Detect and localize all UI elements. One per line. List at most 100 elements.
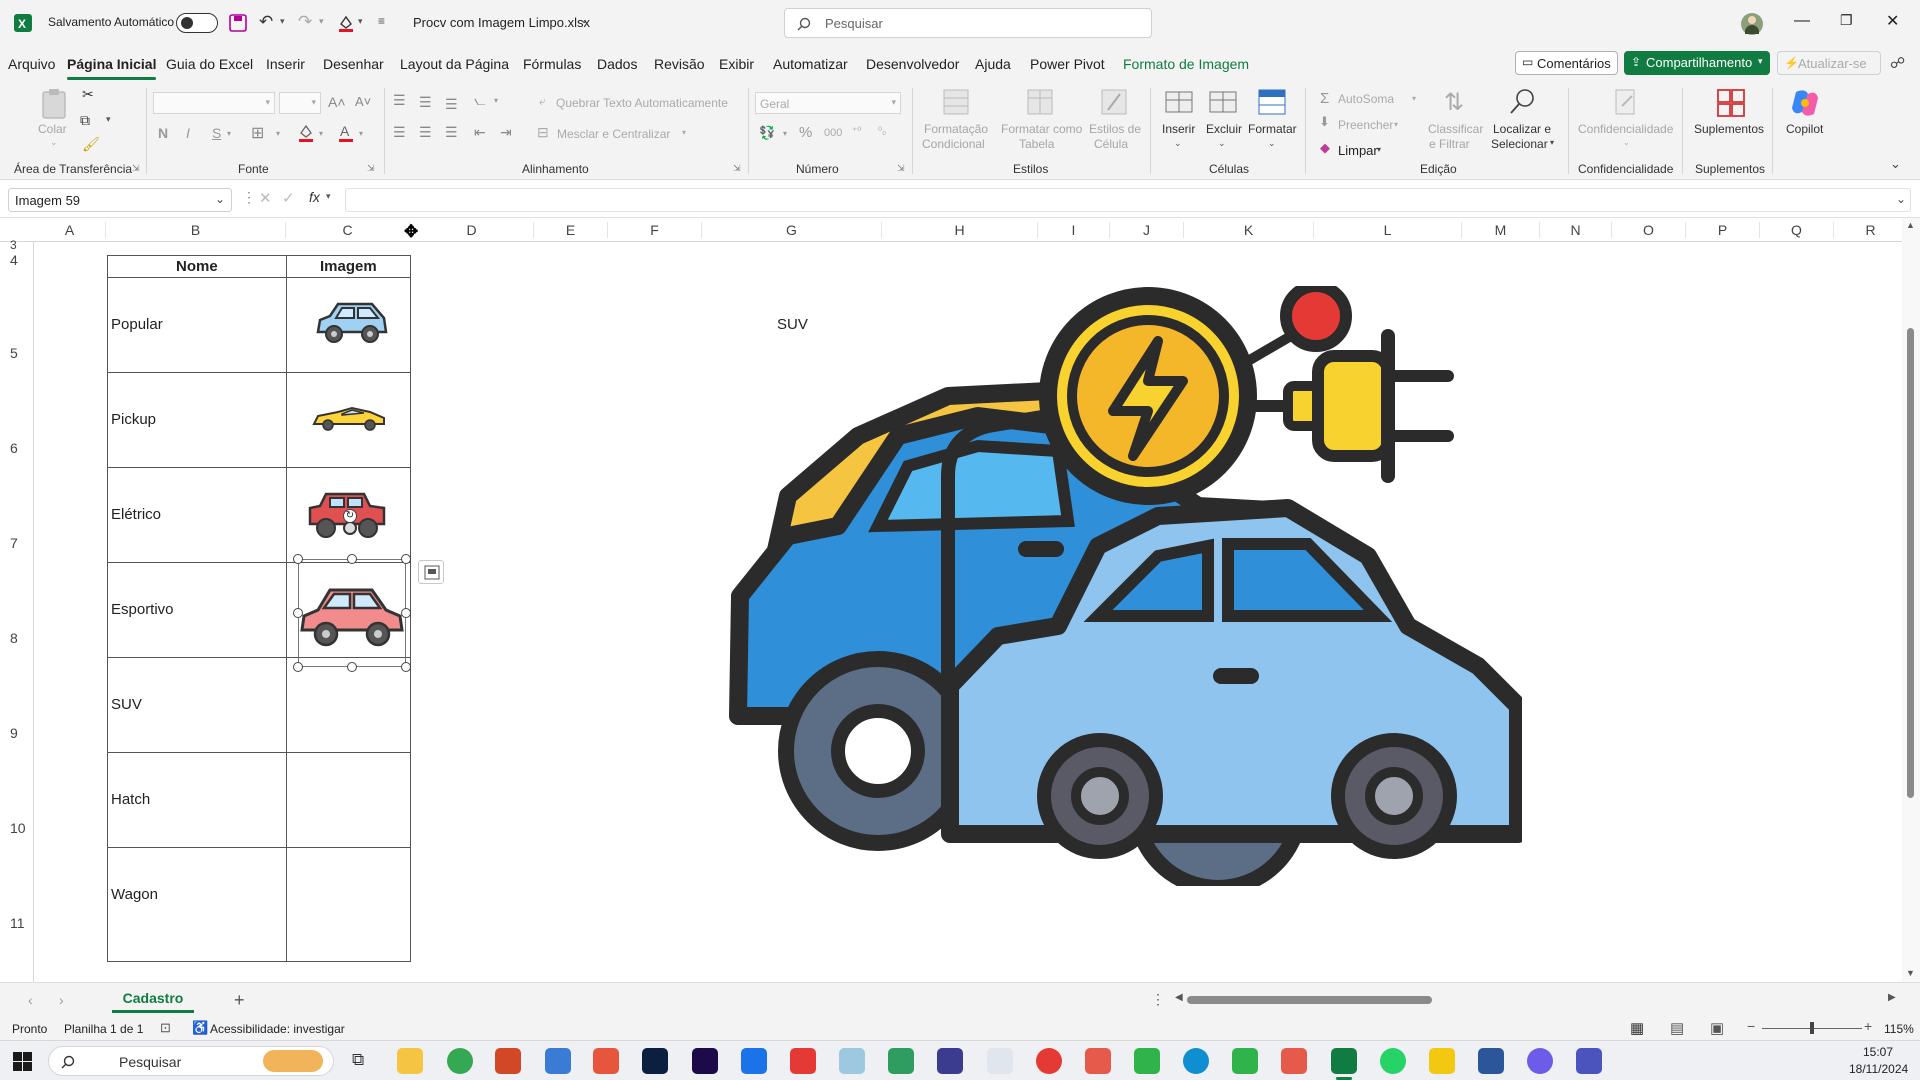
decrease-indent-icon[interactable]: ⇤ <box>474 124 486 141</box>
clear-label[interactable]: Limpar <box>1338 143 1378 158</box>
find-select-icon[interactable] <box>1508 88 1536 116</box>
feedback-icon[interactable]: ☍ <box>1890 54 1905 72</box>
app-c-green-2-icon[interactable] <box>1232 1048 1258 1074</box>
wrap-text-icon[interactable]: ⤶ <box>539 94 546 109</box>
app-c-red-2-icon[interactable] <box>1281 1048 1307 1074</box>
network-app-icon[interactable] <box>888 1048 914 1074</box>
media-player-icon[interactable] <box>1036 1048 1062 1074</box>
photoshop-icon[interactable] <box>642 1048 668 1074</box>
minimize-icon[interactable]: — <box>1794 12 1810 30</box>
resize-handle-s[interactable] <box>347 662 357 672</box>
clear-dropdown-icon[interactable]: ▾ <box>1377 145 1381 154</box>
increase-indent-icon[interactable]: ⇥ <box>500 124 512 141</box>
menu-desenhar[interactable]: Desenhar <box>323 56 384 72</box>
underline-dropdown-icon[interactable]: ▾ <box>227 129 231 138</box>
find-dropdown-icon[interactable]: ▾ <box>1550 138 1554 147</box>
formula-input[interactable]: ⌄ <box>345 188 1911 212</box>
worksheet-grid[interactable]: A B C D E F G H I J K L M N O P Q R ✥ 3 … <box>0 218 1920 982</box>
comments-button[interactable]: ▭ Comentários <box>1515 51 1618 75</box>
insert-cells-icon[interactable] <box>1164 88 1194 116</box>
align-bottom-icon[interactable]: ☰ <box>445 96 458 113</box>
col-header-a[interactable]: A <box>34 222 106 238</box>
taskbar-date[interactable]: 18/11/2024 <box>1849 1062 1908 1076</box>
close-icon[interactable]: ✕ <box>1886 11 1899 31</box>
app-c-red-icon[interactable] <box>1085 1048 1111 1074</box>
copy-icon[interactable]: ⧉ <box>80 112 90 129</box>
resize-handle-n[interactable] <box>347 554 357 564</box>
electric-cars-picture[interactable] <box>728 286 1522 886</box>
currency-dropdown-icon[interactable]: ▾ <box>783 129 787 138</box>
font-size-select[interactable]: ▾ <box>279 92 321 114</box>
alignment-launcher-icon[interactable]: ⇲ <box>733 163 741 174</box>
task-view-icon[interactable]: ⧉ <box>352 1050 364 1070</box>
resize-handle-ne[interactable] <box>401 554 411 564</box>
clear-icon[interactable]: ◆ <box>1320 140 1330 156</box>
resize-handle-e[interactable] <box>401 608 411 618</box>
row-header-4[interactable]: 4 <box>0 252 34 268</box>
align-middle-icon[interactable]: ☰ <box>419 94 432 111</box>
menu-revisao[interactable]: Revisão <box>654 56 705 72</box>
header-nome[interactable]: Nome <box>176 258 218 275</box>
vertical-scrollbar[interactable]: ▲ ▼ <box>1902 218 1920 982</box>
insert-function-icon[interactable]: fx <box>309 189 320 205</box>
decrease-decimal-icon[interactable]: ⁰₀ <box>878 126 886 137</box>
fill-label[interactable]: Preencher <box>1338 118 1393 132</box>
autosum-label[interactable]: AutoSoma <box>1338 92 1394 106</box>
delete-cells-icon[interactable] <box>1208 88 1238 116</box>
italic-icon[interactable]: I <box>186 125 190 141</box>
currency-icon[interactable]: 💱 <box>759 125 775 141</box>
font-color-icon[interactable]: A <box>337 123 355 143</box>
sheet-tab-cadastro[interactable]: Cadastro <box>112 983 194 1013</box>
teams-icon[interactable] <box>1576 1048 1602 1074</box>
paste-label[interactable]: Colar <box>38 122 67 136</box>
row-header-9[interactable]: 9 <box>0 725 34 741</box>
cell-styles-label-2[interactable]: Célula <box>1094 137 1128 151</box>
restore-icon[interactable]: ❐ <box>1840 12 1853 29</box>
highlight-dropdown-icon[interactable]: ▾ <box>319 129 323 138</box>
cut-icon[interactable]: ✂ <box>82 86 94 103</box>
app-s-red-icon[interactable] <box>593 1048 619 1074</box>
format-cells-icon[interactable] <box>1257 86 1287 116</box>
format-painter-icon[interactable]: 🖌 <box>82 136 100 153</box>
sort-filter-label-1[interactable]: Classificar <box>1428 122 1483 136</box>
fill-dropdown-icon[interactable]: ▾ <box>358 16 363 27</box>
align-top-icon[interactable]: ☰ <box>393 92 406 109</box>
status-accessibility[interactable]: Acessibilidade: investigar <box>210 1022 345 1036</box>
cell-styles-icon[interactable] <box>1100 88 1128 116</box>
menu-automatizar[interactable]: Automatizar <box>773 56 848 72</box>
car-image-popular[interactable] <box>312 296 390 346</box>
page-layout-view-icon[interactable]: ▤ <box>1670 1019 1684 1037</box>
cell-hatch[interactable]: Hatch <box>111 791 150 808</box>
zoom-slider-thumb[interactable] <box>1810 1022 1814 1034</box>
row-header-11[interactable]: 11 <box>0 915 34 931</box>
thousands-icon[interactable]: 000 <box>824 127 842 139</box>
merge-center-label[interactable]: Mesclar e Centralizar <box>557 127 670 141</box>
sensitivity-dropdown-icon[interactable]: ⌄ <box>1623 138 1630 147</box>
zoom-slider[interactable] <box>1762 1022 1862 1034</box>
file-name[interactable]: Procv com Imagem Limpo.xlsx <box>413 15 590 30</box>
resize-handle-se[interactable] <box>401 662 411 672</box>
col-header-g[interactable]: G <box>702 222 882 238</box>
align-right-icon[interactable]: ☰ <box>445 124 458 141</box>
format-as-table-label-2[interactable]: Tabela <box>1019 137 1054 151</box>
col-header-k[interactable]: K <box>1184 222 1314 238</box>
merge-dropdown-icon[interactable]: ▾ <box>682 128 686 137</box>
font-color-dropdown-icon[interactable]: ▾ <box>359 129 363 138</box>
filename-chevron-icon[interactable]: ⌄ <box>580 15 588 26</box>
windows-start-icon[interactable] <box>13 1052 32 1071</box>
menu-formulas[interactable]: Fórmulas <box>523 56 581 72</box>
fill-icon[interactable]: ⬇ <box>1319 114 1330 130</box>
share-button[interactable]: ⇪ Compartilhamento ▾ <box>1624 51 1770 75</box>
row-header-3[interactable]: 3 <box>0 238 34 252</box>
search-box[interactable]: Pesquisar <box>784 8 1152 38</box>
function-dropdown-icon[interactable]: ▾ <box>326 191 331 202</box>
scroll-up-icon[interactable]: ▲ <box>1906 220 1915 230</box>
customize-toolbar-icon[interactable]: ≡ <box>378 14 385 28</box>
col-header-h[interactable]: H <box>882 222 1038 238</box>
taskbar-time[interactable]: 15:07 <box>1863 1045 1893 1059</box>
autosave-toggle[interactable] <box>176 13 218 33</box>
after-effects-icon[interactable] <box>692 1048 718 1074</box>
conditional-format-icon[interactable] <box>942 88 970 116</box>
col-header-j[interactable]: J <box>1110 222 1184 238</box>
scroll-down-icon[interactable]: ▼ <box>1906 968 1915 978</box>
